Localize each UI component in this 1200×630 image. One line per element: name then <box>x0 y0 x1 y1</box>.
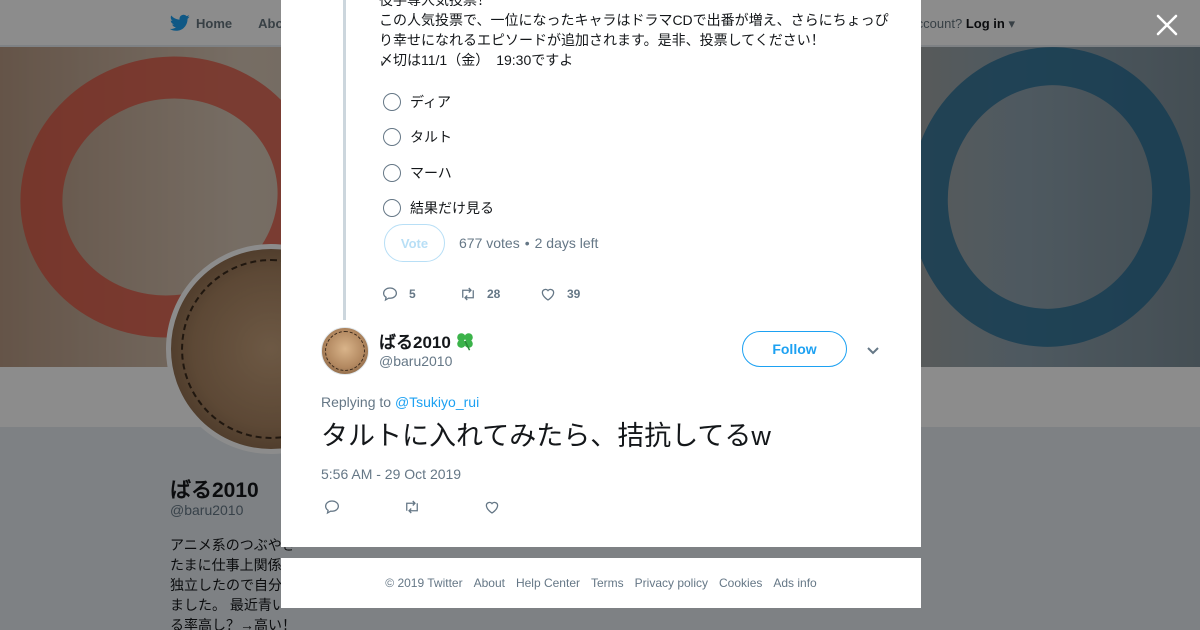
reply-icon <box>324 500 340 515</box>
footer-link-privacy[interactable]: Privacy policy <box>635 576 708 590</box>
like-action[interactable] <box>483 498 563 516</box>
poll-options: ディア タルト マーハ 結果だけ見る <box>383 84 494 226</box>
like-action[interactable]: 39 <box>539 285 580 303</box>
tweet-permalink-modal: 役手専人気投票！ この人気投票で、一位になったキャラはドラマCDで出番が増え、さ… <box>281 0 921 547</box>
reply-tweet-actions <box>323 498 563 516</box>
clover-emoji-icon <box>457 332 473 350</box>
reply-tweet-text: タルトに入れてみたら、拮抗してるw <box>321 421 771 451</box>
footer-link-ads-info[interactable]: Ads info <box>773 576 816 590</box>
reply-action[interactable] <box>323 498 403 516</box>
poll-option[interactable]: マーハ <box>383 155 494 191</box>
reply-timestamp[interactable]: 5:56 AM - 29 Oct 2019 <box>321 466 461 482</box>
retweet-icon <box>406 500 418 514</box>
reply-author-avatar[interactable] <box>321 327 369 375</box>
poll-vote-row: Vote 677 votes • 2 days left <box>384 224 598 262</box>
radio-button[interactable] <box>383 128 401 147</box>
radio-button[interactable] <box>383 163 401 182</box>
retweet-action[interactable] <box>403 498 483 516</box>
reply-action[interactable]: 5 <box>381 285 459 303</box>
replying-to-link[interactable]: @Tsukiyo_rui <box>395 394 479 410</box>
poll-tweet-text: 役手専人気投票！ この人気投票で、一位になったキャラはドラマCDで出番が増え、さ… <box>379 0 889 68</box>
reply-author-name[interactable]: ばる2010 <box>379 328 477 353</box>
conversation-thread-line <box>343 0 346 320</box>
poll-option[interactable]: 結果だけ見る <box>383 191 494 227</box>
reply-author-handle[interactable]: @baru2010 <box>379 353 452 369</box>
footer-link-terms[interactable]: Terms <box>591 576 624 590</box>
chevron-down-icon[interactable] <box>865 342 881 358</box>
like-count: 39 <box>567 287 581 301</box>
poll-option-label: マーハ <box>410 164 452 181</box>
vote-button[interactable]: Vote <box>384 224 445 262</box>
footer-link-cookies[interactable]: Cookies <box>719 576 762 590</box>
replying-prefix: Replying to <box>321 394 392 410</box>
like-icon <box>485 501 499 514</box>
poll-option-label: ディア <box>410 93 452 110</box>
retweet-icon <box>462 287 474 301</box>
close-icon[interactable] <box>1154 12 1180 38</box>
replying-to-line: Replying to @Tsukiyo_rui <box>321 394 479 410</box>
poll-option[interactable]: ディア <box>383 84 494 120</box>
radio-button[interactable] <box>383 199 401 218</box>
poll-option-label: 結果だけ見る <box>410 200 494 217</box>
retweet-count: 28 <box>487 287 501 301</box>
poll-option-label: タルト <box>410 129 452 146</box>
like-icon <box>541 288 555 301</box>
footer-link-about[interactable]: About <box>474 576 505 590</box>
radio-button[interactable] <box>383 92 401 111</box>
poll-tweet-actions: 5 28 39 <box>381 285 580 303</box>
poll-time-left: 2 days left <box>534 235 599 251</box>
retweet-action[interactable]: 28 <box>459 285 539 303</box>
modal-footer: © 2019 Twitter About Help Center Terms P… <box>281 558 921 608</box>
reply-author-name-text: ばる2010 <box>379 333 451 352</box>
follow-button[interactable]: Follow <box>742 331 847 367</box>
poll-separator: • <box>524 235 530 251</box>
footer-copyright: © 2019 Twitter <box>385 576 463 590</box>
avatar-ring <box>325 331 365 371</box>
footer-link-help-center[interactable]: Help Center <box>516 576 580 590</box>
poll-vote-count: 677 votes <box>459 235 520 251</box>
reply-icon <box>382 287 398 302</box>
reply-count: 5 <box>409 287 416 301</box>
poll-option[interactable]: タルト <box>383 120 494 156</box>
